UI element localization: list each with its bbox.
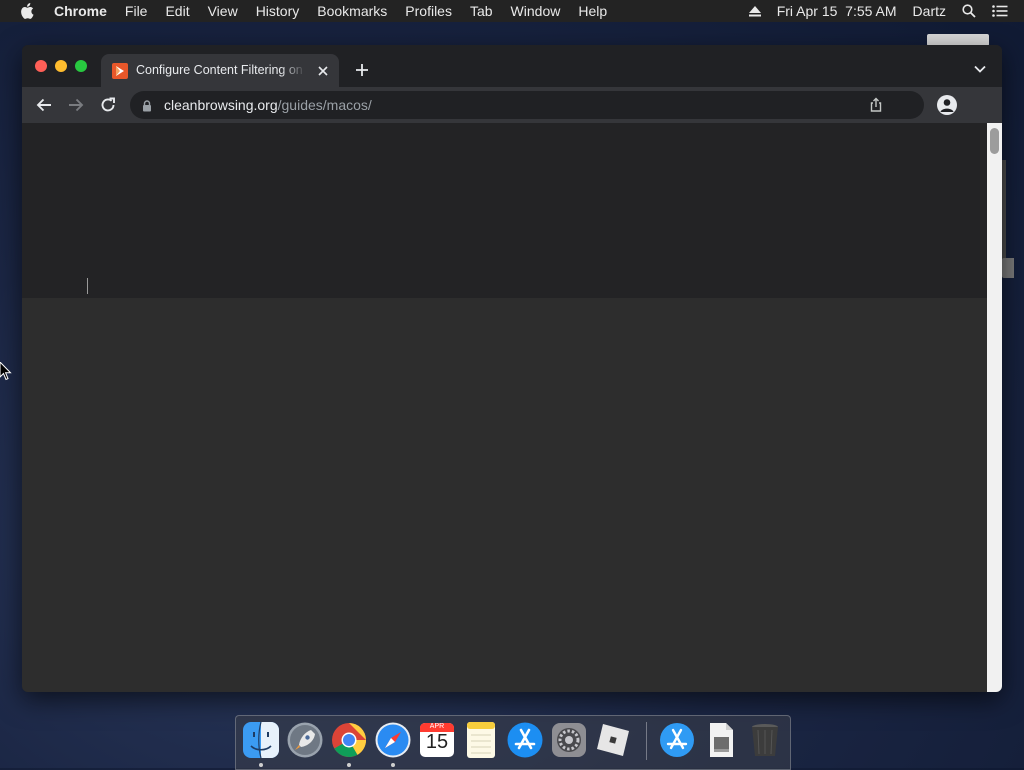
calendar-month: APR [429, 723, 445, 730]
tab-close-icon[interactable] [315, 63, 331, 79]
chrome-icon[interactable] [330, 721, 368, 759]
system-preferences-icon[interactable] [550, 721, 588, 759]
chrome-running-indicator [347, 763, 351, 767]
url-path: /guides/macos/ [277, 97, 372, 113]
lock-icon[interactable] [142, 99, 152, 112]
menu-app-name[interactable]: Chrome [54, 3, 107, 19]
menu-bar: Chrome File Edit View History Bookmarks … [0, 0, 1024, 22]
forward-arrow-icon[interactable] [66, 95, 86, 115]
menu-help[interactable]: Help [578, 3, 607, 19]
page-viewport[interactable] [22, 123, 987, 692]
notes-icon[interactable] [462, 721, 500, 759]
spotlight-search-icon[interactable] [962, 4, 976, 18]
menu-bookmarks[interactable]: Bookmarks [317, 3, 387, 19]
browser-toolbar: cleanbrowsing.org/guides/macos/ [22, 87, 1002, 123]
background-window-edge [1002, 160, 1006, 260]
mouse-pointer-icon [0, 361, 12, 382]
app-store-folder-icon[interactable] [658, 721, 696, 759]
calendar-day: 15 [425, 731, 449, 753]
launchpad-icon[interactable] [286, 721, 324, 759]
roblox-icon[interactable] [594, 721, 632, 759]
eject-icon[interactable] [748, 5, 761, 17]
calendar-icon[interactable]: APR 15 [418, 721, 456, 759]
url-host: cleanbrowsing.org [164, 97, 278, 113]
safari-running-indicator [391, 763, 395, 767]
menu-tab[interactable]: Tab [470, 3, 493, 19]
minimize-window-button[interactable] [55, 60, 67, 72]
scrollbar-thumb[interactable] [990, 128, 999, 154]
safari-icon[interactable] [374, 721, 412, 759]
page-header-area [22, 123, 987, 298]
finder-running-indicator [259, 763, 263, 767]
address-bar[interactable]: cleanbrowsing.org/guides/macos/ [130, 91, 924, 119]
background-window-tab[interactable] [1002, 258, 1014, 278]
zoom-window-button[interactable] [75, 60, 87, 72]
new-tab-button[interactable] [352, 60, 372, 80]
finder-icon[interactable] [242, 721, 280, 759]
text-caret [87, 278, 88, 294]
cleanbrowsing-favicon [112, 63, 128, 79]
profile-avatar-icon[interactable] [937, 95, 957, 115]
user-name[interactable]: Dartz [913, 3, 946, 19]
close-window-button[interactable] [35, 60, 47, 72]
menu-history[interactable]: History [256, 3, 300, 19]
vertical-scrollbar[interactable] [987, 123, 1002, 692]
dock-separator [646, 722, 647, 760]
menu-edit[interactable]: Edit [165, 3, 189, 19]
active-tab[interactable]: Configure Content Filtering on macOS [101, 54, 339, 87]
tab-title: Configure Content Filtering on macOS [136, 63, 306, 77]
back-arrow-icon[interactable] [34, 95, 54, 115]
menu-view[interactable]: View [208, 3, 238, 19]
reload-icon[interactable] [98, 95, 118, 115]
tab-strip: Configure Content Filtering on macOS [22, 45, 1002, 87]
chrome-window: Configure Content Filtering on macOS cle… [22, 45, 1002, 692]
menu-profiles[interactable]: Profiles [405, 3, 452, 19]
clock-datetime[interactable]: Fri Apr 15 7:55 AM [777, 3, 897, 19]
menu-file[interactable]: File [125, 3, 148, 19]
control-center-list-icon[interactable] [992, 5, 1008, 17]
url-text[interactable]: cleanbrowsing.org/guides/macos/ [164, 97, 372, 113]
trash-icon[interactable] [746, 721, 784, 759]
dock: APR 15 [235, 715, 791, 770]
apple-icon[interactable] [20, 3, 36, 19]
menu-extras: Fri Apr 15 7:55 AM Dartz [748, 0, 1024, 22]
menu-window[interactable]: Window [511, 3, 561, 19]
document-icon[interactable] [702, 721, 740, 759]
app-store-icon[interactable] [506, 721, 544, 759]
share-icon[interactable] [868, 97, 884, 113]
tab-search-chevron-icon[interactable] [970, 61, 990, 77]
